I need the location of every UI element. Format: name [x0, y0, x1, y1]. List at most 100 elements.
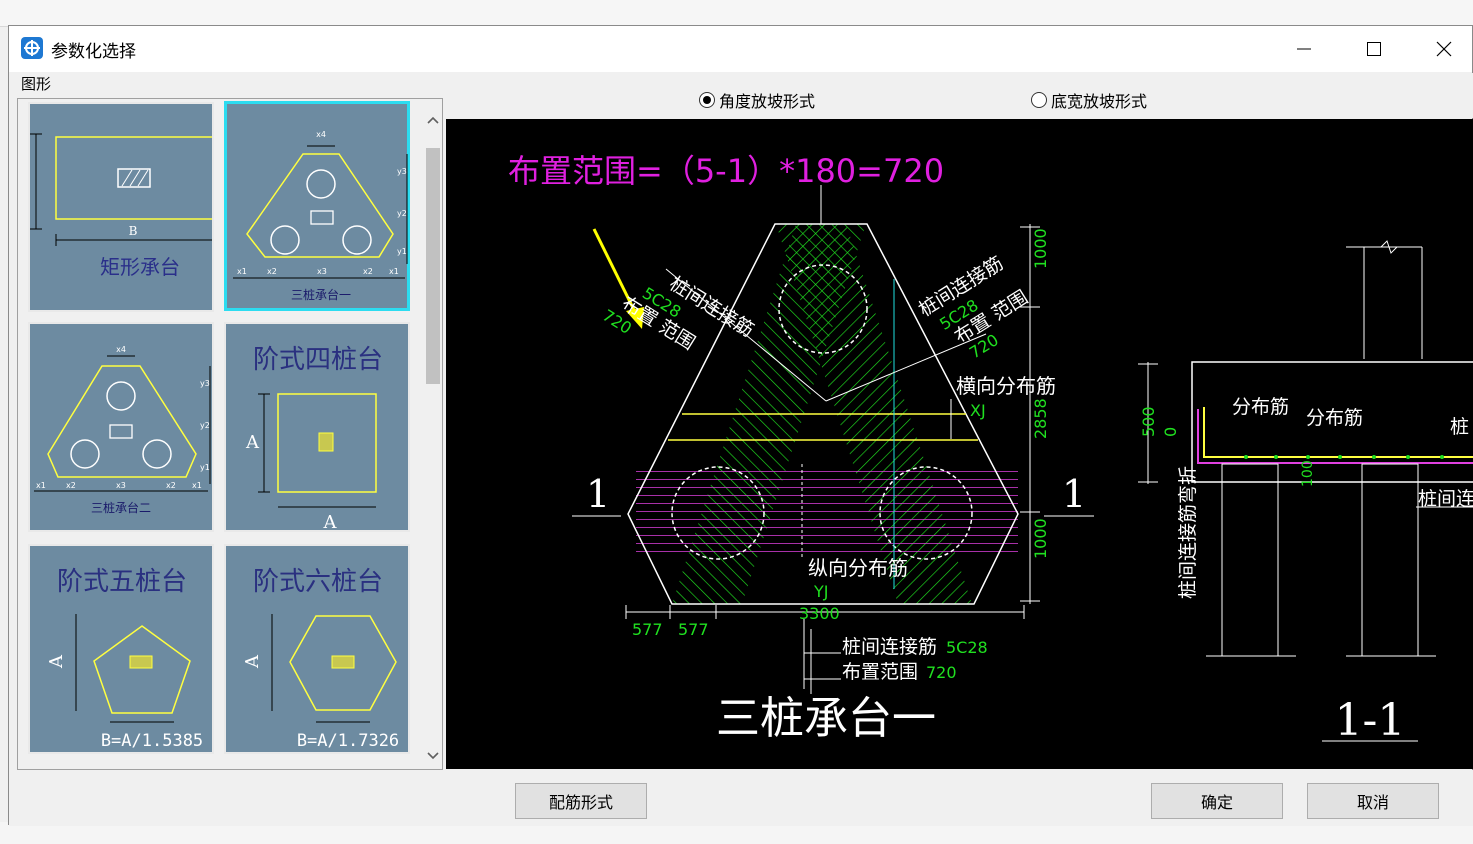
thumbnail-scrollbar[interactable] [424, 101, 442, 767]
horizontal-rebar-band [636, 467, 1018, 555]
three-pile-2-label: 三桩承台二 [91, 500, 151, 515]
stepped-five-pile-preview: 阶式五桩台 A B=A/1.5385 [46, 567, 203, 751]
four-pile-dim-a: A [245, 432, 260, 453]
sec-pile-conn-partial: 桩间连 [1418, 488, 1473, 510]
bottom-range-label: 布置范围 [842, 661, 918, 683]
stepped-four-pile-preview: 阶式四桩台 A A [245, 345, 383, 533]
shape-group-label: 图形 [21, 75, 52, 93]
svg-text:x1: x1 [237, 267, 247, 276]
dialog-button-bar: 配筋形式 确定 取消 [9, 770, 1473, 826]
three-pile-1-label: 三桩承台一 [291, 287, 351, 302]
maximize-icon [1367, 42, 1381, 56]
section-mark-right: 1 [1062, 472, 1086, 516]
four-pile-label: 阶式四桩台 [253, 345, 383, 375]
five-pile-label: 阶式五桩台 [57, 567, 187, 597]
svg-text:y2: y2 [200, 421, 210, 430]
svg-text:y3: y3 [200, 379, 210, 388]
cancel-button[interactable]: 取消 [1307, 783, 1439, 819]
section-title: 1-1 [1335, 695, 1406, 746]
cad-drawing: 布置范围=（5-1）*180=720 桩间连接筋 5C28 布置 范围 720 … [508, 152, 1473, 746]
three-pile-1-preview: x4 y3 y2 y1 x1 x2 x3 x2 x1 三桩承台一 [233, 130, 408, 302]
svg-text:x1: x1 [389, 267, 399, 276]
sec-bend-label: 桩间连接筋弯折 [1177, 466, 1199, 599]
scroll-down-icon[interactable] [424, 747, 442, 765]
radio-checked-icon [699, 92, 715, 108]
section-mark-left: 1 [586, 472, 610, 516]
parametric-selection-dialog: 参数化选择 图形 B 矩形承台 x4 y3 y2 y1 x1 x2 x3 x2 … [8, 25, 1473, 826]
range-annotation: 布置范围=（5-1）*180=720 [508, 152, 944, 190]
radio-angle-slope-label: 角度放坡形式 [719, 92, 816, 111]
dim-577a: 577 [632, 620, 663, 639]
xj-label: XJ [970, 401, 986, 420]
bottom-range-value: 720 [926, 663, 957, 682]
window-title: 参数化选择 [51, 42, 136, 62]
radio-unchecked-icon [1031, 92, 1047, 108]
thumbnail-stepped-six-pile[interactable]: 阶式六桩台 A B=A/1.7326 [224, 544, 410, 754]
scrollbar-thumb[interactable] [426, 148, 440, 384]
thumbnail-rect-cap[interactable]: B 矩形承台 [28, 102, 227, 312]
scroll-up-icon[interactable] [424, 111, 442, 129]
rect-cap-label: 矩形承台 [100, 255, 180, 279]
minimize-icon [1297, 48, 1311, 50]
three-pile-2-preview: x4 y3 y2 y1 x1 x2 x3 x2 x1 三桩承台二 [34, 345, 211, 515]
sec-dim-0: 0 [1161, 427, 1180, 437]
sec-distrib-2: 分布筋 [1306, 407, 1363, 429]
dim-577b: 577 [678, 620, 709, 639]
dim-3300: 3300 [799, 604, 840, 623]
slope-options-bar: 角度放坡形式 底宽放坡形式 [443, 73, 1473, 118]
five-pile-dim-a: A [46, 654, 67, 669]
close-icon [1436, 41, 1452, 57]
sec-dim-100: 100 [1300, 460, 1316, 487]
bottom-bar-spec: 5C28 [946, 638, 988, 657]
plan-title: 三桩承台一 [716, 693, 936, 744]
dim-bottom: 1000 [1031, 518, 1050, 559]
longitudinal-label: 纵向分布筋 [808, 556, 908, 580]
transverse-label: 横向分布筋 [956, 374, 1056, 398]
sec-pile-partial: 桩 [1450, 416, 1469, 438]
svg-text:x2: x2 [66, 481, 76, 490]
thumbnail-three-pile-cap-1[interactable]: x4 y3 y2 y1 x1 x2 x3 x2 x1 三桩承台一 [224, 101, 410, 311]
radio-bottom-width-slope-label: 底宽放坡形式 [1051, 92, 1148, 111]
svg-text:x4: x4 [116, 345, 126, 354]
svg-text:y1: y1 [397, 247, 407, 256]
sec-dim-500: 500 [1139, 406, 1158, 437]
drawing-canvas[interactable]: 布置范围=（5-1）*180=720 桩间连接筋 5C28 布置 范围 720 … [446, 119, 1473, 769]
six-pile-dim-a: A [242, 654, 263, 669]
rect-dim-b: B [129, 224, 138, 238]
stepped-six-pile-preview: 阶式六桩台 A B=A/1.7326 [242, 567, 399, 751]
svg-text:y1: y1 [200, 463, 210, 472]
six-pile-formula: B=A/1.7326 [297, 731, 399, 751]
sec-distrib-1: 分布筋 [1232, 396, 1289, 418]
rebar-form-button[interactable]: 配筋形式 [515, 783, 647, 819]
five-pile-formula: B=A/1.5385 [101, 731, 203, 751]
dim-mid: 2858 [1031, 398, 1050, 439]
bottom-bar-label: 桩间连接筋 [842, 636, 937, 658]
thumbnail-stepped-four-pile[interactable]: 阶式四桩台 A A [224, 322, 410, 533]
dim-top: 1000 [1031, 228, 1050, 269]
four-pile-dim-a-bottom: A [323, 512, 338, 530]
svg-text:x1: x1 [192, 481, 202, 490]
title-bar: 参数化选择 [9, 26, 1472, 72]
close-button[interactable] [1409, 26, 1473, 72]
minimize-button[interactable] [1269, 26, 1339, 72]
yj-label: YJ [813, 582, 829, 601]
thumbnail-three-pile-cap-2[interactable]: x4 y3 y2 y1 x1 x2 x3 x2 x1 三桩承台二 [28, 322, 214, 532]
six-pile-label: 阶式六桩台 [253, 567, 383, 597]
maximize-button[interactable] [1339, 26, 1409, 72]
radio-angle-slope[interactable]: 角度放坡形式 [699, 88, 815, 112]
svg-text:x2: x2 [363, 267, 373, 276]
svg-text:x4: x4 [316, 130, 326, 139]
ok-button[interactable]: 确定 [1151, 783, 1283, 819]
rect-cap-preview: B 矩形承台 [30, 133, 227, 279]
app-icon [21, 37, 43, 59]
svg-text:x1: x1 [36, 481, 46, 490]
background-app-toolbar [0, 0, 1473, 27]
radio-bottom-width-slope[interactable]: 底宽放坡形式 [1031, 88, 1147, 112]
svg-text:y3: y3 [397, 167, 407, 176]
svg-text:y2: y2 [397, 209, 407, 218]
svg-text:x3: x3 [116, 481, 126, 490]
svg-text:x2: x2 [166, 481, 176, 490]
shape-list-panel: B 矩形承台 x4 y3 y2 y1 x1 x2 x3 x2 x1 三桩承台一 [17, 98, 443, 770]
svg-text:x3: x3 [317, 267, 327, 276]
thumbnail-stepped-five-pile[interactable]: 阶式五桩台 A B=A/1.5385 [28, 544, 214, 754]
